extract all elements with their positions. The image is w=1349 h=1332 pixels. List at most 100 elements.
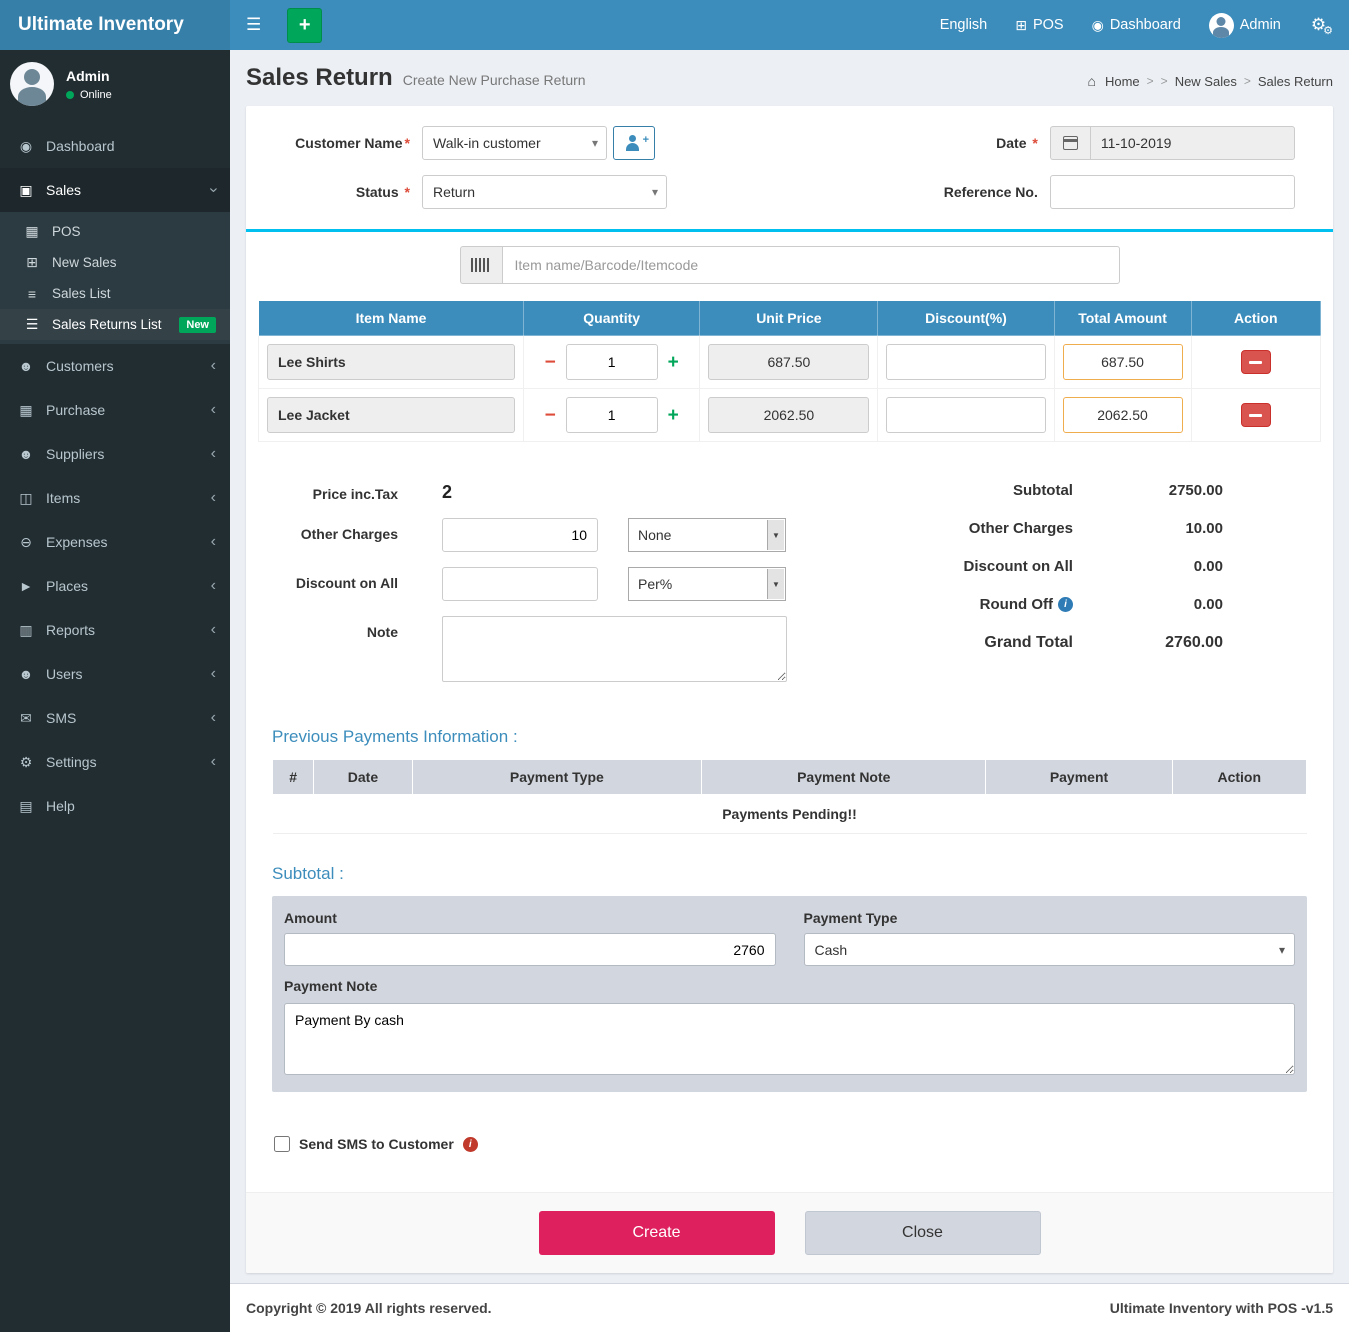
page-subtitle: Create New Purchase Return [403, 72, 586, 88]
paper-plane-icon: ► [14, 578, 38, 594]
settings-menu[interactable]: ⚙ ⚙ [1295, 0, 1349, 50]
sidebar-item-label: Users [46, 666, 211, 682]
other-charges-field[interactable] [442, 518, 598, 552]
payment-note-label: Payment Note [284, 978, 1295, 994]
gear-icon: ⚙ [1323, 24, 1333, 37]
home-icon: ⌂ [1088, 73, 1096, 89]
customer-select[interactable]: Walk-in customer ▾ [422, 126, 607, 160]
item-search-input[interactable] [502, 246, 1120, 284]
caret-down-icon: ▼ [767, 569, 784, 599]
subtotal-label: Subtotal [863, 482, 1073, 499]
payment-subtotal-title: Subtotal : [272, 864, 1319, 884]
caret-down-icon: ▼ [767, 520, 784, 550]
sidebar-item-sales[interactable]: ▣ Sales ‹ [0, 168, 230, 212]
close-button[interactable]: Close [805, 1211, 1041, 1255]
send-sms-checkbox[interactable] [274, 1136, 290, 1152]
topbar-pos-link[interactable]: ⊞ POS [1001, 0, 1077, 50]
unit-price-field[interactable] [708, 344, 869, 380]
qty-decrease-button[interactable]: − [543, 353, 558, 372]
item-name-field[interactable] [267, 397, 515, 433]
add-customer-button[interactable]: + [613, 126, 655, 160]
sidebar-item-help[interactable]: ▤ Help [0, 784, 230, 828]
qty-increase-button[interactable]: + [666, 406, 681, 425]
remove-item-button[interactable] [1241, 350, 1271, 374]
sidebar: Ultimate Inventory Admin Online ◉ Dashbo… [0, 0, 230, 1332]
gear-icon: ⚙ [14, 754, 38, 771]
create-button[interactable]: Create [539, 1211, 775, 1255]
content-header: Sales Return Create New Purchase Return … [230, 50, 1349, 100]
quantity-field[interactable] [566, 397, 658, 433]
customer-name-label: Customer Name* [260, 135, 422, 151]
qty-decrease-button[interactable]: − [543, 406, 558, 425]
sidebar-item-label: Settings [46, 754, 211, 770]
amount-field[interactable] [284, 933, 776, 966]
sidebar-item-purchase[interactable]: ▦ Purchase ‹ [0, 388, 230, 432]
breadcrumb-new-sales[interactable]: New Sales [1175, 74, 1237, 89]
qty-increase-button[interactable]: + [666, 353, 681, 372]
discount-field[interactable] [886, 397, 1045, 433]
sidebar-item-reports[interactable]: ▥ Reports ‹ [0, 608, 230, 652]
grand-total-label: Grand Total [863, 634, 1073, 652]
unit-price-field[interactable] [708, 397, 869, 433]
date-field[interactable] [1090, 126, 1295, 160]
sidebar-item-new-sales[interactable]: ⊞ New Sales [0, 247, 230, 278]
submenu-item-label: POS [52, 224, 216, 239]
previous-payments-title: Previous Payments Information : [272, 727, 1319, 747]
pos-icon: ▦ [20, 223, 44, 240]
sidebar-item-customers[interactable]: ☻ Customers ‹ [0, 344, 230, 388]
item-name-field[interactable] [267, 344, 515, 380]
payment-note-textarea[interactable]: Payment By cash [284, 1003, 1295, 1075]
customer-select-value: Walk-in customer [433, 135, 541, 151]
quick-add-button[interactable]: + [287, 8, 322, 43]
sidebar-item-sms[interactable]: ✉ SMS ‹ [0, 696, 230, 740]
remove-item-button[interactable] [1241, 403, 1271, 427]
col-action: Action [1172, 760, 1306, 795]
sidebar-item-expenses[interactable]: ⊖ Expenses ‹ [0, 520, 230, 564]
date-label: Date * [832, 135, 1050, 151]
book-icon: ▤ [14, 798, 38, 815]
info-icon[interactable]: i [1058, 597, 1073, 612]
total-amount-field[interactable] [1063, 344, 1183, 380]
sidebar-item-pos[interactable]: ▦ POS [0, 216, 230, 247]
topbar-dashboard-link[interactable]: ◉ Dashboard [1078, 0, 1195, 50]
new-sales-icon: ⊞ [20, 254, 44, 271]
sidebar-item-places[interactable]: ► Places ‹ [0, 564, 230, 608]
col-payment-note: Payment Note [702, 760, 986, 795]
other-charges-type-select[interactable]: None ▼ [628, 518, 786, 552]
round-off-label: Round Off i [863, 596, 1073, 613]
user-menu[interactable]: Admin [1195, 0, 1295, 50]
hamburger-icon[interactable]: ☰ [230, 0, 277, 50]
discount-field[interactable] [886, 344, 1045, 380]
breadcrumb-home[interactable]: Home [1105, 74, 1140, 89]
send-sms-label: Send SMS to Customer [299, 1136, 454, 1152]
sidebar-item-suppliers[interactable]: ☻ Suppliers ‹ [0, 432, 230, 476]
cart-icon: ▣ [14, 182, 38, 199]
sidebar-item-sales-returns-list[interactable]: ☰ Sales Returns List New [0, 309, 230, 340]
discount-all-type-select[interactable]: Per% ▼ [628, 567, 786, 601]
sidebar-item-settings[interactable]: ⚙ Settings ‹ [0, 740, 230, 784]
note-textarea[interactable] [442, 616, 787, 682]
language-menu[interactable]: English [926, 0, 1002, 50]
other-charges-label: Other Charges [260, 518, 410, 542]
sidebar-item-dashboard[interactable]: ◉ Dashboard [0, 124, 230, 168]
sidebar-item-sales-list[interactable]: ≡ Sales List [0, 278, 230, 309]
language-label: English [940, 17, 988, 33]
sidebar-item-items[interactable]: ◫ Items ‹ [0, 476, 230, 520]
list-icon: ≡ [20, 286, 44, 302]
col-total: Total Amount [1054, 301, 1191, 336]
total-amount-field[interactable] [1063, 397, 1183, 433]
discount-all-field[interactable] [442, 567, 598, 601]
brand-logo[interactable]: Ultimate Inventory [0, 0, 230, 50]
caret-down-icon: ▾ [1279, 943, 1285, 957]
payment-type-select[interactable]: Cash ▾ [804, 933, 1296, 966]
payment-type-label: Payment Type [804, 910, 1296, 926]
list-icon: ☰ [20, 316, 44, 333]
status-select[interactable]: Return ▾ [422, 175, 667, 209]
quantity-field[interactable] [566, 344, 658, 380]
bar-chart-icon: ▥ [14, 622, 38, 639]
sidebar-item-users[interactable]: ☻ Users ‹ [0, 652, 230, 696]
reference-field[interactable] [1050, 175, 1295, 209]
person-plus-icon: ☻ [14, 446, 38, 462]
online-dot-icon [66, 91, 74, 99]
info-icon[interactable]: i [463, 1137, 478, 1152]
